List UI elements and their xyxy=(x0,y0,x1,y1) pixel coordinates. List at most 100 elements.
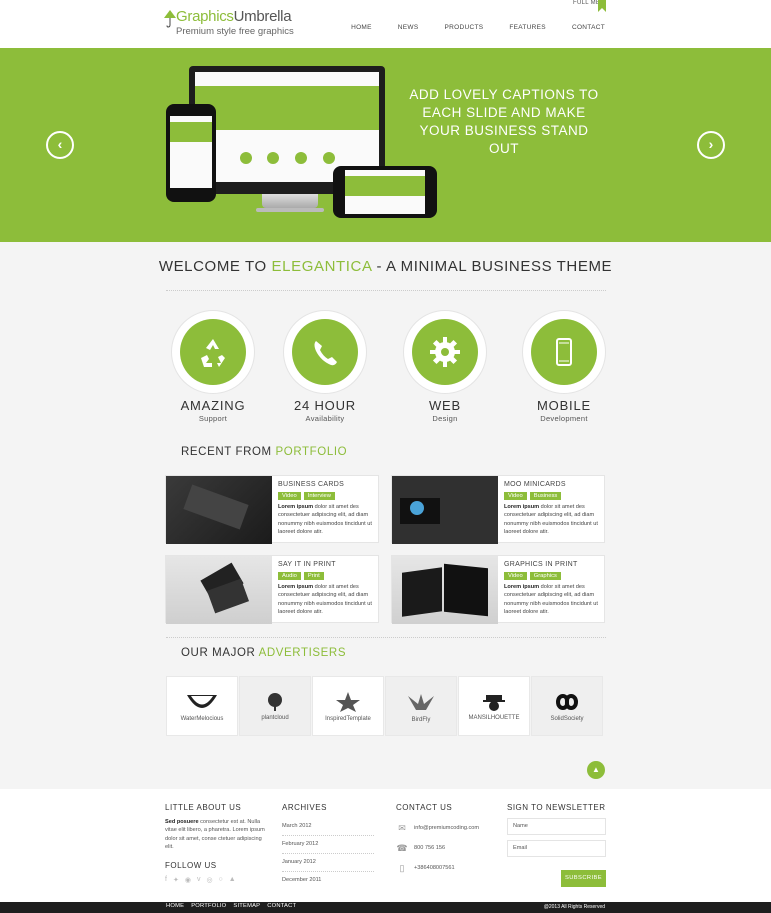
contact-mobile: +386408007561 xyxy=(414,865,455,871)
newsletter-name-field[interactable]: Name xyxy=(507,818,606,835)
portfolio-item[interactable]: BUSINESS CARDS Video Interview Lorem ipsu… xyxy=(165,475,379,544)
back-to-top-button[interactable]: ▲ xyxy=(587,761,605,779)
logo-text-graphics: Graphics xyxy=(176,8,234,25)
nav-home[interactable]: HOME xyxy=(351,24,372,31)
mobile-icon xyxy=(556,338,572,366)
feature-title: WEB xyxy=(428,398,461,413)
slider-prev-button[interactable]: ‹ xyxy=(46,131,74,159)
portfolio-description: Lorem ipsum dolor sit amet des consectet… xyxy=(504,503,602,536)
portfolio-item[interactable]: SAY IT IN PRINT Audio Print Lorem ipsum d… xyxy=(165,555,379,624)
portfolio-heading: RECENT FROM PORTFOLIO xyxy=(181,446,347,458)
welcome-brand: ELEGANTICA xyxy=(271,258,372,275)
silhouette-icon xyxy=(483,694,505,711)
archive-link[interactable]: March 2012 xyxy=(282,818,374,836)
feature-mobile[interactable]: MOBILE Development xyxy=(522,310,606,423)
advertiser-logo[interactable]: MANSILHOUETTE xyxy=(458,676,530,736)
footer-heading: CONTACT US xyxy=(396,803,453,812)
advertiser-name: plantcloud xyxy=(261,714,289,721)
bottom-nav-contact[interactable]: CONTACT xyxy=(267,903,296,909)
advertisers-list: WaterMelocious plantcloud InspiredTempla… xyxy=(166,676,603,736)
chevron-left-icon: ‹ xyxy=(57,136,63,152)
archive-link[interactable]: February 2012 xyxy=(282,836,374,854)
forrst-icon[interactable]: ▲ xyxy=(229,876,236,884)
dribbble-icon[interactable]: ◎ xyxy=(206,876,212,884)
bottom-bar: HOME PORTFOLIO SITEMAP CONTACT @2013 All… xyxy=(0,902,771,913)
welcome-prefix: WELCOME TO xyxy=(158,258,272,275)
desc-bold: Lorem ipsum xyxy=(278,504,314,510)
portfolio-item[interactable]: GRAPHICS IN PRINT Video Graphics Lorem ip… xyxy=(391,555,605,624)
tag[interactable]: Video xyxy=(278,492,301,500)
full-me-link[interactable]: FULL ME xyxy=(573,0,600,6)
facebook-icon[interactable]: f xyxy=(165,876,167,884)
feature-subtitle: Development xyxy=(540,414,588,423)
search-icon[interactable] xyxy=(410,501,424,515)
portfolio-title[interactable]: GRAPHICS IN PRINT xyxy=(504,561,578,568)
footer-contact: CONTACT US ✉ info@premiumcoding.com ☎ 800 … xyxy=(396,803,479,878)
newsletter-email-field[interactable]: Email xyxy=(507,840,606,857)
portfolio-title[interactable]: MOO MINICARDS xyxy=(504,481,566,488)
footer-heading: FOLLOW US xyxy=(165,861,217,871)
bottom-nav-portfolio[interactable]: PORTFOLIO xyxy=(191,903,226,909)
hero-slider: ‹ › ADD LOVELY CAPTIONS TO EACH SLIDE AN… xyxy=(0,48,771,242)
tag[interactable]: Audio xyxy=(278,572,301,580)
advertiser-logo[interactable]: BirdFly xyxy=(385,676,457,736)
advertiser-logo[interactable]: SolidSociety xyxy=(531,676,603,736)
bottom-nav: HOME PORTFOLIO SITEMAP CONTACT xyxy=(166,903,296,909)
advertisers-heading-b: ADVERTISERS xyxy=(258,647,347,659)
portfolio-item[interactable]: MOO MINICARDS Video Business Lorem ipsum … xyxy=(391,475,605,544)
tag[interactable]: Business xyxy=(529,492,562,500)
advertiser-name: SolidSociety xyxy=(550,715,584,722)
footer-heading: ARCHIVES xyxy=(282,803,327,812)
portfolio-heading-a: RECENT FROM xyxy=(181,446,276,458)
tag[interactable]: Print xyxy=(303,572,324,580)
portfolio-thumbnail[interactable] xyxy=(166,476,272,544)
portfolio-thumbnail[interactable] xyxy=(166,556,272,624)
nav-news[interactable]: NEWS xyxy=(398,24,419,31)
recycle-icon xyxy=(201,339,225,367)
tag[interactable]: Video xyxy=(504,492,527,500)
feature-web[interactable]: WEB Design xyxy=(403,310,487,423)
advertiser-logo[interactable]: InspiredTemplate xyxy=(312,676,384,736)
logo-tagline: Premium style free graphics xyxy=(176,26,294,37)
portfolio-description: Lorem ipsum dolor sit amet des consectet… xyxy=(278,503,376,536)
feature-availability[interactable]: 24 HOUR Availability xyxy=(283,310,367,423)
desc-bold: Lorem ipsum xyxy=(504,584,540,590)
welcome-heading: WELCOME TO ELEGANTICA - A MINIMAL BUSINE… xyxy=(0,258,771,275)
phone-landscape-image xyxy=(333,166,437,218)
tag[interactable]: Interview xyxy=(303,492,335,500)
skype-icon[interactable]: ○ xyxy=(219,876,223,884)
vimeo-icon[interactable]: v xyxy=(197,876,201,884)
logo-text-umbrella: Umbrella xyxy=(233,8,292,25)
archive-link[interactable]: December 2011 xyxy=(282,872,374,889)
contact-email[interactable]: info@premiumcoding.com xyxy=(414,825,479,831)
portfolio-thumbnail[interactable] xyxy=(392,556,498,624)
portfolio-title[interactable]: BUSINESS CARDS xyxy=(278,481,344,488)
phone-icon: ☎ xyxy=(396,842,408,853)
nav-contact[interactable]: CONTACT xyxy=(572,24,605,31)
subscribe-button[interactable]: SUBSCRIBE xyxy=(561,870,606,887)
twitter-icon[interactable]: ✦ xyxy=(173,876,179,884)
footer: LITTLE ABOUT US Sed posuere consectetur … xyxy=(0,789,771,902)
nav-features[interactable]: FEATURES xyxy=(509,24,546,31)
archive-link[interactable]: January 2012 xyxy=(282,854,374,872)
advertiser-logo[interactable]: plantcloud xyxy=(239,676,311,736)
advertiser-name: MANSILHOUETTE xyxy=(468,714,520,721)
tag[interactable]: Graphics xyxy=(529,572,561,580)
desc-bold: Lorem ipsum xyxy=(278,584,314,590)
portfolio-thumbnail[interactable] xyxy=(392,476,498,544)
main-nav: HOME NEWS PRODUCTS FEATURES CONTACT xyxy=(325,24,605,31)
advertisers-heading: OUR MAJOR ADVERTISERS xyxy=(181,647,346,659)
bottom-nav-home[interactable]: HOME xyxy=(166,903,184,909)
portfolio-title[interactable]: SAY IT IN PRINT xyxy=(278,561,336,568)
advertisers-heading-a: OUR MAJOR xyxy=(181,647,259,659)
rss-icon[interactable]: ◉ xyxy=(185,876,191,884)
bottom-nav-sitemap[interactable]: SITEMAP xyxy=(233,903,260,909)
feature-support[interactable]: AMAZING Support xyxy=(171,310,255,423)
advertiser-logo[interactable]: WaterMelocious xyxy=(166,676,238,736)
tag[interactable]: Video xyxy=(504,572,527,580)
slider-next-button[interactable]: › xyxy=(697,131,725,159)
tree-icon xyxy=(268,692,282,711)
logo[interactable]: GraphicsUmbrella Premium style free grap… xyxy=(164,8,294,37)
nav-products[interactable]: PRODUCTS xyxy=(444,24,483,31)
feature-title: 24 HOUR xyxy=(294,398,356,413)
